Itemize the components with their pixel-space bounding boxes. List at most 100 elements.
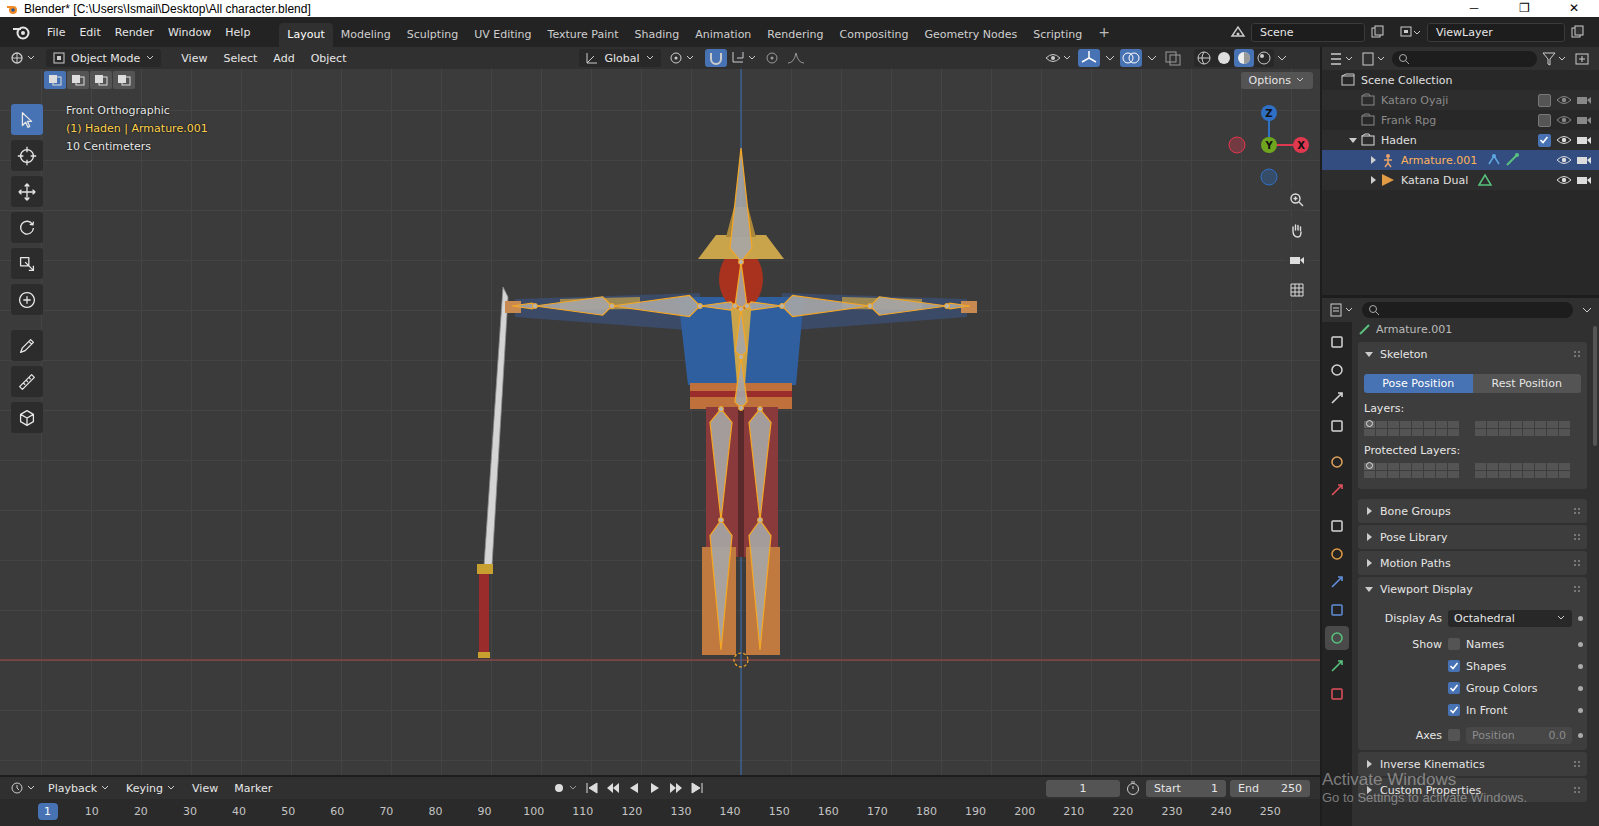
workspace-tab[interactable]: Texture Paint xyxy=(540,23,627,47)
outliner-item-label[interactable]: Scene Collection xyxy=(1361,74,1452,87)
properties-tab[interactable] xyxy=(1325,414,1349,438)
zoom-button[interactable] xyxy=(1284,187,1310,213)
jump-start-icon[interactable] xyxy=(583,779,601,797)
outliner-item-label[interactable]: Kataro Oyaji xyxy=(1381,94,1448,107)
protected-layer-toggle[interactable] xyxy=(1535,471,1546,478)
layer-toggle[interactable] xyxy=(1523,429,1534,436)
outliner-item-label[interactable]: Frank Rpg xyxy=(1381,114,1436,127)
tool-button[interactable] xyxy=(11,104,43,135)
start-frame-field[interactable]: Start1 xyxy=(1146,780,1226,797)
proportional-editing-icon[interactable] xyxy=(761,49,783,67)
layer-toggle[interactable] xyxy=(1424,421,1435,428)
panel-header[interactable]: Inverse Kinematics xyxy=(1358,752,1587,776)
layer-toggle[interactable] xyxy=(1400,429,1411,436)
drag-handle-icon[interactable] xyxy=(1573,533,1581,541)
drag-handle-icon[interactable] xyxy=(1573,559,1581,567)
menu-item[interactable]: Render xyxy=(108,26,161,39)
properties-tab[interactable] xyxy=(1325,386,1349,410)
material-shading-icon[interactable] xyxy=(1234,49,1254,67)
workspace-tab[interactable]: Animation xyxy=(687,23,759,47)
outliner-item-label[interactable]: Katana Dual xyxy=(1401,174,1468,187)
workspace-tab[interactable]: Modeling xyxy=(333,23,399,47)
protected-layer-toggle[interactable] xyxy=(1412,471,1423,478)
outliner-item-label[interactable]: Haden xyxy=(1381,134,1417,147)
3d-viewport[interactable]: Object ModeViewSelectAddObjectGlobalOpti… xyxy=(0,47,1320,775)
layer-toggle[interactable] xyxy=(1559,421,1570,428)
z-axis-handle[interactable] xyxy=(1261,105,1277,121)
properties-tab[interactable] xyxy=(1325,682,1349,706)
protected-layer-toggle[interactable] xyxy=(1436,463,1447,470)
eye-icon[interactable] xyxy=(1555,92,1573,108)
render-camera-icon[interactable] xyxy=(1575,112,1593,128)
protected-layer-toggle[interactable] xyxy=(1388,471,1399,478)
character[interactable] xyxy=(505,207,977,655)
select-mode-button[interactable] xyxy=(67,71,89,89)
layer-toggle[interactable] xyxy=(1376,429,1387,436)
add-workspace-button[interactable]: + xyxy=(1090,24,1118,40)
timeline-menu[interactable]: Keying xyxy=(118,782,184,795)
outliner-row[interactable]: Haden xyxy=(1322,130,1599,150)
view-layer-icon[interactable] xyxy=(1399,24,1423,40)
show-checkbox[interactable]: Shapes xyxy=(1448,660,1506,673)
outliner-row[interactable]: Armature.001 xyxy=(1322,150,1599,170)
layer-toggle[interactable] xyxy=(1535,421,1546,428)
outliner-row[interactable]: Katana Dual xyxy=(1322,170,1599,190)
scene-field[interactable]: Scene xyxy=(1251,23,1365,42)
workspace-tab[interactable]: Shading xyxy=(627,23,688,47)
layer-toggle[interactable] xyxy=(1376,421,1387,428)
tool-button[interactable] xyxy=(11,284,43,315)
properties-tab[interactable] xyxy=(1325,598,1349,622)
protected-layer-toggle[interactable] xyxy=(1400,471,1411,478)
solid-shading-icon[interactable] xyxy=(1214,49,1234,67)
properties-tab[interactable] xyxy=(1325,570,1349,594)
armature-bones[interactable] xyxy=(512,148,970,650)
keyframe-decorator-icon[interactable] xyxy=(1578,733,1583,738)
pose-icon[interactable] xyxy=(1485,152,1503,168)
viewport-menu-item[interactable]: View xyxy=(173,52,215,65)
tool-button[interactable] xyxy=(11,330,43,361)
protected-layer-toggle[interactable] xyxy=(1424,463,1435,470)
dropdown-arrow-icon[interactable] xyxy=(1104,49,1116,67)
record-icon[interactable] xyxy=(550,779,580,797)
protected-layer-toggle[interactable] xyxy=(1475,471,1486,478)
protected-layer-toggle[interactable] xyxy=(1436,471,1447,478)
exclude-checkbox[interactable] xyxy=(1538,94,1551,107)
protected-layer-toggle[interactable] xyxy=(1475,463,1486,470)
falloff-icon[interactable] xyxy=(785,49,807,67)
workspace-tab[interactable]: Scripting xyxy=(1025,23,1090,47)
layer-toggle[interactable] xyxy=(1511,421,1522,428)
eye-icon[interactable] xyxy=(1555,152,1573,168)
viewport-menu-item[interactable]: Add xyxy=(265,52,302,65)
protected-layer-toggle[interactable] xyxy=(1487,471,1498,478)
axes-checkbox[interactable] xyxy=(1448,729,1460,741)
keyframe-decorator-icon[interactable] xyxy=(1578,642,1583,647)
layer-toggle[interactable] xyxy=(1511,429,1522,436)
stopwatch-icon[interactable] xyxy=(1124,779,1142,797)
select-mode-button[interactable] xyxy=(90,71,112,89)
tool-button[interactable] xyxy=(11,366,43,397)
menu-item[interactable]: File xyxy=(40,26,72,39)
workspace-tab[interactable]: UV Editing xyxy=(466,23,539,47)
viewport-menu-item[interactable]: Object xyxy=(303,52,355,65)
position-toggle-button[interactable]: Rest Position xyxy=(1473,374,1582,393)
collapsed-arrow-icon[interactable] xyxy=(1368,175,1378,185)
properties-tab[interactable] xyxy=(1325,450,1349,474)
panel-header[interactable]: Custom Properties xyxy=(1358,778,1587,802)
scene-canvas[interactable] xyxy=(0,47,1320,775)
eye-icon[interactable] xyxy=(1555,172,1573,188)
protected-layer-toggle[interactable] xyxy=(1547,463,1558,470)
menu-item[interactable]: Edit xyxy=(72,26,107,39)
protected-layer-toggle[interactable] xyxy=(1400,463,1411,470)
workspace-tab[interactable]: Sculpting xyxy=(399,23,466,47)
protected-layer-toggle[interactable] xyxy=(1499,471,1510,478)
drag-handle-icon[interactable] xyxy=(1573,760,1581,768)
panel-header[interactable]: Pose Library xyxy=(1358,525,1587,549)
workspace-tab[interactable]: Geometry Nodes xyxy=(916,23,1025,47)
protected-layer-toggle[interactable] xyxy=(1376,471,1387,478)
outliner-row[interactable]: Frank Rpg xyxy=(1322,110,1599,130)
protected-layer-toggle[interactable] xyxy=(1424,471,1435,478)
outliner-row[interactable]: Scene Collection xyxy=(1322,70,1599,90)
drag-handle-icon[interactable] xyxy=(1573,507,1581,515)
show-checkbox[interactable]: Group Colors xyxy=(1448,682,1537,695)
timeline-menu[interactable]: View xyxy=(184,782,226,795)
